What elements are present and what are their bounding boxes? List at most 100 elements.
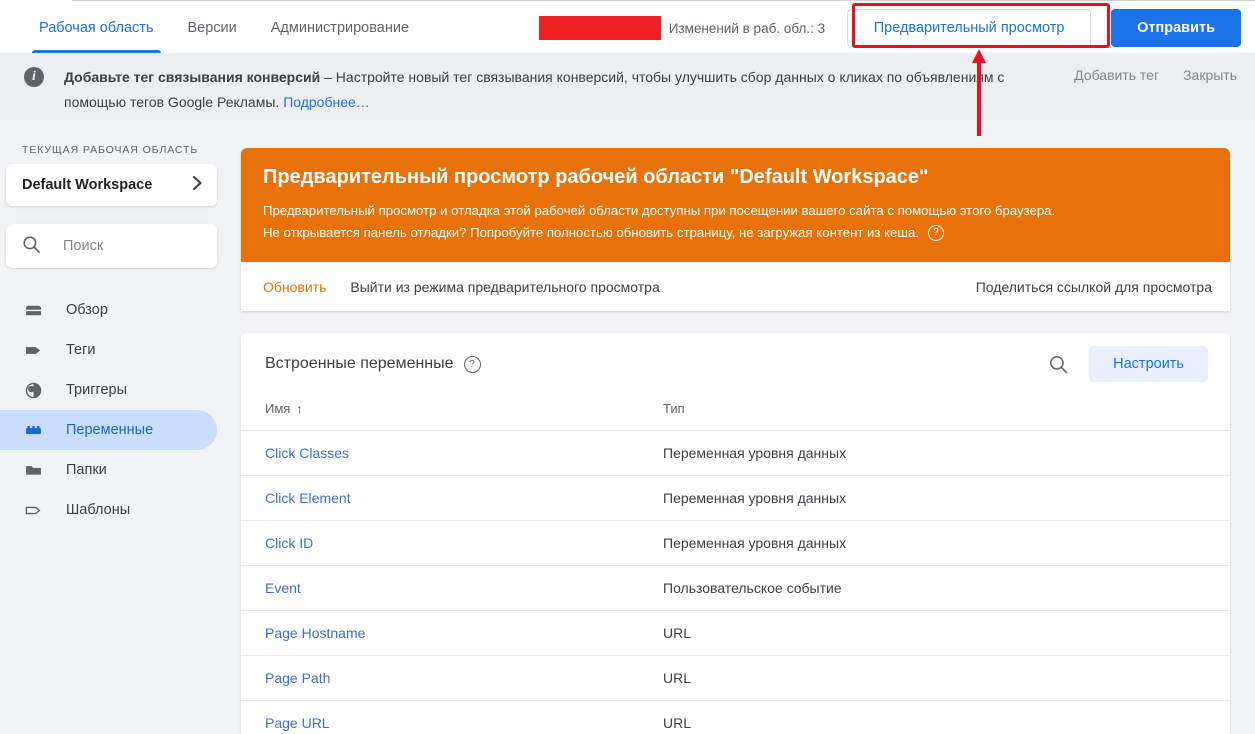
tab-versions-label: Версии	[187, 20, 237, 36]
search-icon	[22, 235, 41, 257]
variable-type: URL	[655, 655, 1230, 701]
chevron-right-icon	[192, 175, 203, 195]
builtin-variables-title-wrap: Встроенные переменные ?	[265, 355, 481, 373]
sidebar-item-triggers[interactable]: Триггеры	[0, 370, 217, 410]
sort-ascending-icon: ↑	[296, 402, 303, 416]
variable-name-link[interactable]: Page Path	[265, 670, 330, 686]
preview-banner-line1: Предварительный просмотр и отладка этой …	[263, 200, 1208, 222]
builtin-variables-title: Встроенные переменные	[265, 355, 454, 372]
table-row[interactable]: Event Пользовательское событие	[241, 565, 1230, 611]
sidebar-item-overview-label: Обзор	[66, 302, 108, 318]
preview-banner-line2-text: Не открывается панель отладки? Попробуйт…	[263, 225, 919, 240]
search-input[interactable]	[61, 237, 205, 255]
sidebar-item-folders-label: Папки	[66, 462, 107, 478]
workspace-selector[interactable]: Default Workspace	[6, 164, 217, 206]
overview-icon	[22, 299, 44, 321]
variable-name-link[interactable]: Click Element	[265, 490, 351, 506]
notification-actions: Добавить тег Закрыть	[1074, 67, 1255, 83]
current-workspace-label: ТЕКУЩАЯ РАБОЧАЯ ОБЛАСТЬ	[22, 144, 199, 156]
preview-banner-title: Предварительный просмотр рабочей области…	[263, 166, 929, 188]
sidebar-item-overview[interactable]: Обзор	[0, 290, 217, 330]
sidebar-item-templates-label: Шаблоны	[66, 502, 131, 518]
refresh-preview-link[interactable]: Обновить	[263, 279, 326, 295]
table-row[interactable]: Click Element Переменная уровня данных	[241, 475, 1230, 521]
tag-icon	[22, 339, 44, 361]
variables-brick-icon	[22, 419, 44, 441]
top-bar-actions: Изменений в раб. обл.: 3 Предварительный…	[538, 3, 1255, 53]
preview-banner-line2: Не открывается панель отладки? Попробуйт…	[263, 222, 1208, 244]
column-header-name[interactable]: Имя ↑	[241, 395, 655, 431]
gtm-app: Рабочая область Версии Администрирование…	[0, 0, 1255, 734]
help-circle-icon[interactable]: ?	[927, 225, 944, 241]
sidebar-item-tags[interactable]: Теги	[0, 330, 217, 370]
info-icon: i	[24, 67, 44, 87]
configure-button[interactable]: Настроить	[1089, 346, 1208, 382]
learn-more-link[interactable]: Подробнее…	[283, 94, 370, 110]
primary-tabs: Рабочая область Версии Администрирование	[0, 3, 426, 53]
table-row[interactable]: Page URL URL	[241, 700, 1230, 734]
builtin-variables-header: Встроенные переменные ? Настроить	[241, 333, 1230, 395]
redacted-container-id	[538, 16, 661, 40]
workspace-changes-count: Изменений в раб. обл.: 3	[668, 20, 826, 36]
preview-button[interactable]: Предварительный просмотр	[847, 9, 1092, 47]
column-header-name-label: Имя	[265, 401, 291, 416]
sidebar-item-variables[interactable]: Переменные	[0, 410, 217, 450]
builtin-variables-table: Имя ↑ Тип Click Classes Переменная уровня…	[241, 395, 1230, 734]
submit-button[interactable]: Отправить	[1111, 9, 1241, 47]
workspace-name: Default Workspace	[22, 177, 153, 193]
tab-admin-label: Администрирование	[270, 20, 410, 36]
close-notification-action[interactable]: Закрыть	[1183, 67, 1237, 83]
notification-banner: i Добавьте тег связывания конверсий – На…	[0, 53, 1255, 120]
notification-title: Добавьте тег связывания конверсий	[64, 69, 321, 85]
variable-type: URL	[655, 700, 1230, 734]
table-row[interactable]: Page Path URL	[241, 655, 1230, 701]
tab-workspace[interactable]: Рабочая область	[22, 3, 171, 53]
variable-type: Пользовательское событие	[655, 565, 1230, 611]
column-header-type[interactable]: Тип	[655, 395, 1230, 431]
main-content: Предварительный просмотр рабочей области…	[233, 120, 1255, 734]
builtin-variables-card: Встроенные переменные ? Настроить Имя ↑ …	[241, 333, 1230, 734]
top-bar: Рабочая область Версии Администрирование…	[0, 3, 1255, 53]
sidebar-item-templates[interactable]: Шаблоны	[0, 490, 217, 530]
preview-banner-actions: Обновить Выйти из режима предварительног…	[241, 262, 1230, 311]
variable-type: URL	[655, 610, 1230, 656]
table-row[interactable]: Click Classes Переменная уровня данных	[241, 430, 1230, 476]
variable-type: Переменная уровня данных	[655, 430, 1230, 476]
sidebar-item-triggers-label: Триггеры	[66, 382, 128, 398]
table-row[interactable]: Page Hostname URL	[241, 610, 1230, 656]
preview-banner-body: Предварительный просмотр рабочей области…	[241, 148, 1230, 262]
table-body: Click Classes Переменная уровня данных C…	[241, 430, 1230, 734]
variable-type: Переменная уровня данных	[655, 520, 1230, 566]
notification-dash-glyph: –	[324, 69, 332, 85]
tab-versions[interactable]: Версии	[171, 3, 254, 53]
sidebar-search[interactable]	[6, 224, 217, 268]
folder-icon	[22, 459, 44, 481]
table-row[interactable]: Click ID Переменная уровня данных	[241, 520, 1230, 566]
notification-text: Добавьте тег связывания конверсий – Наст…	[64, 65, 1031, 115]
sidebar-item-tags-label: Теги	[66, 342, 96, 358]
sidebar: ТЕКУЩАЯ РАБОЧАЯ ОБЛАСТЬ Default Workspac…	[0, 120, 233, 734]
template-tag-outline-icon	[22, 499, 44, 521]
share-preview-link[interactable]: Поделиться ссылкой для просмотра	[976, 279, 1212, 295]
table-head: Имя ↑ Тип	[241, 395, 1230, 431]
help-circle-icon[interactable]: ?	[463, 355, 481, 373]
search-icon[interactable]	[1045, 351, 1071, 377]
preview-banner-line1-text: Предварительный просмотр и отладка этой …	[263, 203, 1056, 218]
variable-name-link[interactable]: Page URL	[265, 715, 330, 731]
exit-preview-link[interactable]: Выйти из режима предварительного просмот…	[350, 279, 659, 295]
variable-type: Переменная уровня данных	[655, 475, 1230, 521]
sidebar-item-variables-label: Переменные	[66, 422, 154, 438]
variable-name-link[interactable]: Page Hostname	[265, 625, 365, 641]
tab-workspace-label: Рабочая область	[39, 20, 154, 36]
variable-name-link[interactable]: Click Classes	[265, 445, 349, 461]
builtin-variables-header-actions: Настроить	[1045, 346, 1208, 382]
trigger-icon	[22, 379, 44, 401]
variable-name-link[interactable]: Click ID	[265, 535, 313, 551]
sidebar-nav: Обзор Теги Триггеры Переменные Папки Шаб…	[0, 290, 233, 530]
table-header-row: Имя ↑ Тип	[241, 395, 1230, 431]
preview-mode-banner: Предварительный просмотр рабочей области…	[241, 148, 1230, 311]
variable-name-link[interactable]: Event	[265, 580, 301, 596]
add-tag-action[interactable]: Добавить тег	[1074, 67, 1159, 83]
tab-admin[interactable]: Администрирование	[254, 3, 426, 53]
sidebar-item-folders[interactable]: Папки	[0, 450, 217, 490]
